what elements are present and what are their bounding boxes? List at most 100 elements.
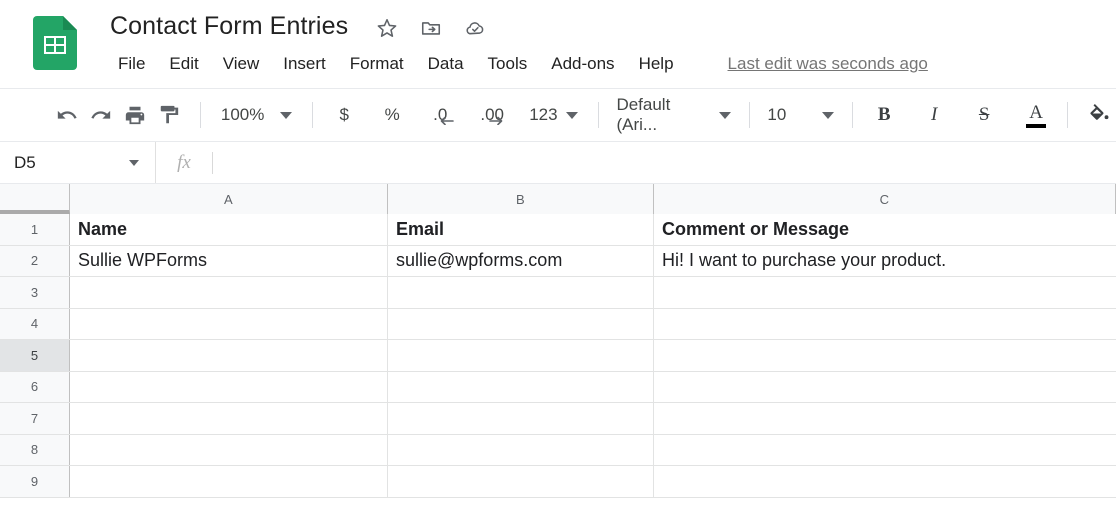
- toolbar-divider: [312, 102, 314, 128]
- name-box[interactable]: D5: [0, 142, 156, 183]
- row-header-5[interactable]: 5: [0, 340, 70, 371]
- chevron-down-icon: [718, 111, 731, 119]
- row-header-8[interactable]: 8: [0, 434, 70, 465]
- font-family-selector[interactable]: Default (Ari...: [612, 95, 734, 135]
- cell-b1[interactable]: Email: [388, 214, 654, 245]
- spreadsheet-grid: A B C 1 Name Email Comment or Message 2 …: [0, 184, 1116, 508]
- undo-icon[interactable]: [50, 98, 84, 132]
- cell-a6[interactable]: [70, 371, 388, 402]
- cell-a2[interactable]: Sullie WPForms: [70, 245, 388, 276]
- chevron-down-icon: [280, 111, 293, 119]
- menu-item-edit[interactable]: Edit: [157, 52, 210, 76]
- select-all-corner[interactable]: [0, 184, 70, 214]
- zoom-selector[interactable]: 100%: [215, 105, 298, 125]
- percent-format-button[interactable]: %: [375, 98, 409, 132]
- cell-c9[interactable]: [654, 466, 1116, 497]
- menu-item-file[interactable]: File: [106, 52, 157, 76]
- column-header-a[interactable]: A: [70, 184, 388, 214]
- last-edit-status[interactable]: Last edit was seconds ago: [728, 54, 928, 74]
- more-formats-selector[interactable]: 123: [523, 105, 583, 125]
- formula-input[interactable]: [213, 142, 1116, 183]
- zoom-value: 100%: [220, 105, 265, 124]
- toolbar-divider: [1067, 102, 1069, 128]
- column-header-b[interactable]: B: [388, 184, 654, 214]
- table-row: 5: [0, 340, 1116, 372]
- toolbar-divider: [200, 102, 201, 128]
- strikethrough-button[interactable]: S: [967, 98, 1001, 132]
- redo-icon[interactable]: [84, 98, 118, 132]
- decrease-decimal-button[interactable]: .0: [423, 98, 457, 132]
- cell-c2[interactable]: Hi! I want to purchase your product.: [654, 246, 1116, 277]
- font-size-value: 10: [767, 105, 787, 124]
- cell-b4[interactable]: [388, 308, 654, 339]
- cell-b6[interactable]: [388, 371, 654, 402]
- row-header-7[interactable]: 7: [0, 403, 70, 434]
- row-header-1[interactable]: 1: [0, 214, 70, 245]
- bold-label: B: [877, 104, 891, 125]
- cell-c6[interactable]: [654, 372, 1116, 403]
- menu-item-view[interactable]: View: [211, 52, 272, 76]
- row-header-6[interactable]: 6: [0, 371, 70, 402]
- text-color-swatch: [1026, 123, 1047, 128]
- menu-item-insert[interactable]: Insert: [271, 52, 338, 76]
- cloud-saved-icon[interactable]: [464, 17, 486, 39]
- cell-b5[interactable]: [388, 340, 654, 371]
- move-to-folder-icon[interactable]: [420, 17, 442, 39]
- cell-c3[interactable]: [654, 277, 1116, 308]
- italic-button[interactable]: I: [917, 98, 951, 132]
- cell-b8[interactable]: [388, 434, 654, 465]
- percent-label: %: [384, 105, 400, 124]
- menu-item-add-ons[interactable]: Add-ons: [539, 52, 626, 76]
- cell-a5[interactable]: [70, 340, 388, 371]
- title-icon-group: [376, 14, 486, 39]
- toolbar-divider: [597, 102, 599, 128]
- cell-a3[interactable]: [70, 277, 388, 308]
- row-header-3[interactable]: 3: [0, 277, 70, 308]
- menu-item-tools[interactable]: Tools: [476, 52, 540, 76]
- row-header-4[interactable]: 4: [0, 308, 70, 339]
- menu-item-data[interactable]: Data: [416, 52, 476, 76]
- table-row: 4: [0, 308, 1116, 340]
- text-color-button[interactable]: A: [1019, 98, 1053, 132]
- paint-format-icon[interactable]: [152, 98, 186, 132]
- grid-body: 1 Name Email Comment or Message 2 Sullie…: [0, 214, 1116, 498]
- cell-b7[interactable]: [388, 403, 654, 434]
- cell-a4[interactable]: [70, 308, 388, 339]
- cell-b9[interactable]: [388, 466, 654, 497]
- column-header-c[interactable]: C: [654, 184, 1116, 214]
- cell-c1[interactable]: Comment or Message: [654, 214, 1116, 245]
- more-formats-label: 123: [529, 105, 558, 124]
- column-header-row: A B C: [0, 184, 1116, 214]
- cell-c4[interactable]: [654, 309, 1116, 340]
- cell-c8[interactable]: [654, 435, 1116, 466]
- menu-item-format[interactable]: Format: [338, 52, 416, 76]
- menu-item-help[interactable]: Help: [627, 52, 686, 76]
- cell-a7[interactable]: [70, 403, 388, 434]
- formula-bar: D5 fx: [0, 142, 1116, 184]
- cell-b2[interactable]: sullie@wpforms.com: [388, 245, 654, 276]
- star-icon[interactable]: [376, 17, 398, 39]
- fill-color-icon[interactable]: [1082, 98, 1116, 132]
- fx-icon: fx: [177, 151, 191, 173]
- font-size-selector[interactable]: 10: [763, 105, 838, 125]
- row-header-9[interactable]: 9: [0, 466, 70, 497]
- bold-button[interactable]: B: [867, 98, 901, 132]
- menu-bar: File Edit View Insert Format Data Tools …: [106, 52, 928, 76]
- row-header-2[interactable]: 2: [0, 245, 70, 276]
- cell-a9[interactable]: [70, 466, 388, 497]
- chevron-down-icon: [822, 111, 835, 119]
- text-color-label: A: [1029, 101, 1044, 123]
- print-icon[interactable]: [118, 98, 152, 132]
- page-title[interactable]: Contact Form Entries: [110, 12, 348, 41]
- currency-label: $: [339, 105, 349, 124]
- cell-b3[interactable]: [388, 277, 654, 308]
- cell-c7[interactable]: [654, 403, 1116, 434]
- increase-decimal-button[interactable]: .00: [475, 98, 509, 132]
- chevron-down-icon: [565, 111, 578, 119]
- cell-c5[interactable]: [654, 340, 1116, 371]
- app-header: Contact Form Entries File Edit View Inse…: [0, 0, 1116, 88]
- currency-format-button[interactable]: $: [327, 98, 361, 132]
- cell-a1[interactable]: Name: [70, 214, 388, 245]
- cell-a8[interactable]: [70, 434, 388, 465]
- table-row: 1 Name Email Comment or Message: [0, 214, 1116, 246]
